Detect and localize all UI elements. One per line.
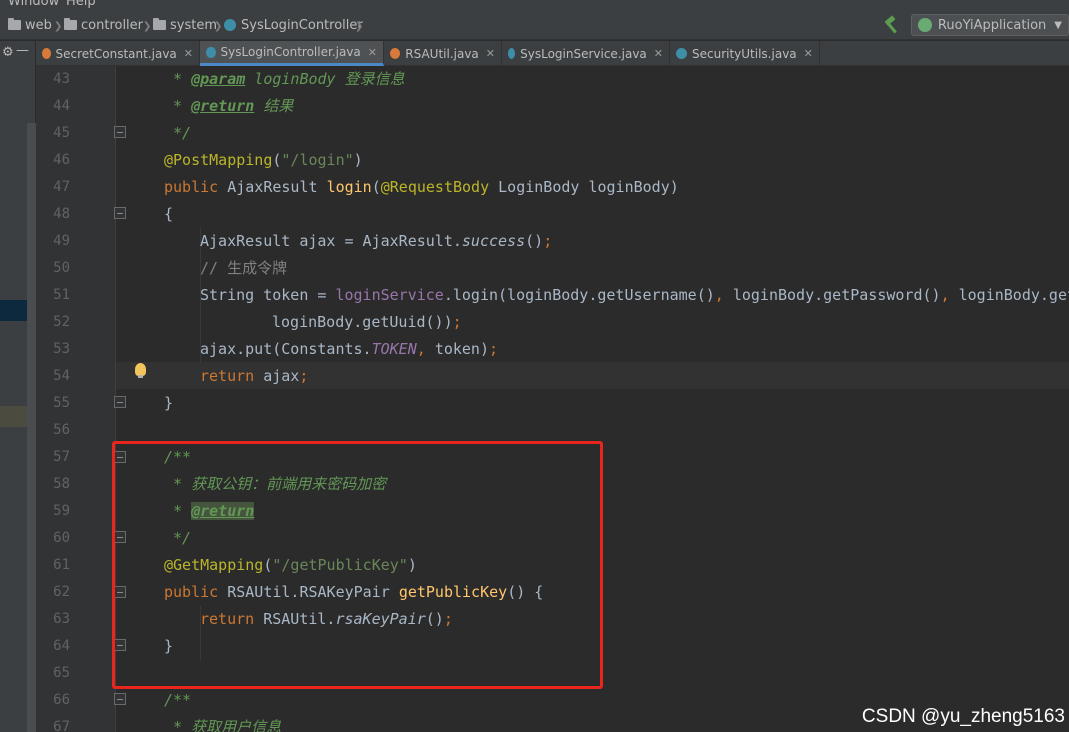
code-line-44: * @return 结果 [164, 97, 294, 115]
code-line-55: } [164, 394, 174, 412]
java-class-icon [390, 48, 401, 59]
breadcrumb-separator: ❯ [214, 21, 223, 32]
folder-icon [8, 18, 21, 30]
java-class-icon [42, 48, 51, 59]
class-icon [224, 19, 236, 31]
code-line-45: */ [164, 124, 192, 142]
code-line-43: * @param loginBody 登录信息 [164, 70, 405, 88]
run-toolbar: RuoYiApplication ▼ [883, 14, 1069, 36]
close-icon[interactable]: ✕ [486, 47, 495, 60]
code-line-54: return ajax; [200, 367, 309, 385]
close-icon[interactable]: ✕ [654, 47, 663, 60]
navigation-bar: web ❯ controller ❯ system ❯ SysLoginCont… [0, 9, 1069, 40]
folder-icon [153, 18, 166, 30]
code-line-53: ajax.put(Constants.TOKEN, token); [200, 340, 499, 358]
code-line-51: String token = loginService.login(loginB… [200, 286, 1069, 304]
close-icon[interactable]: ✕ [184, 47, 193, 60]
menu-window[interactable]: Window [8, 0, 59, 9]
breadcrumb-web[interactable]: web [8, 17, 52, 33]
breadcrumb-separator: ❯ [355, 21, 364, 32]
project-panel-edge: ⚙ — [0, 41, 36, 732]
code-line-48: { [164, 205, 174, 223]
code-line-46: @PostMapping("/login") [164, 151, 363, 169]
menu-help[interactable]: Help [66, 0, 96, 9]
annotation-highlight-box [112, 441, 603, 689]
close-icon[interactable]: ✕ [804, 47, 813, 60]
tab-secret-constant[interactable]: SecretConstant.java ✕ [36, 41, 200, 66]
line-number: 56 [53, 422, 70, 438]
breadcrumb-separator: ❯ [54, 21, 63, 32]
breadcrumb-separator: ❯ [143, 21, 152, 32]
java-class-icon [206, 46, 216, 58]
code-line-47: public AjaxResult login(@RequestBody Log… [164, 178, 679, 196]
collapse-panel-icon[interactable]: — [16, 43, 29, 58]
close-icon[interactable]: ✕ [368, 46, 377, 59]
folder-icon [64, 18, 77, 30]
tab-sys-login-controller[interactable]: SysLoginController.java ✕ [200, 41, 384, 66]
project-tree-scrollbar[interactable] [27, 123, 36, 732]
editor-tab-bar: SecretConstant.java ✕ SysLoginController… [36, 41, 1069, 66]
spring-boot-icon [917, 18, 932, 32]
java-class-icon [676, 48, 687, 59]
tab-sys-login-service[interactable]: SysLoginService.java ✕ [502, 41, 670, 66]
line-number: 65 [53, 665, 70, 681]
settings-gear-icon[interactable]: ⚙ [2, 45, 14, 60]
watermark: CSDN @yu_zheng5163 [861, 706, 1065, 727]
code-line-52: loginBody.getUuid()); [272, 313, 462, 331]
code-line-50: // 生成令牌 [200, 259, 288, 277]
build-hammer-icon[interactable] [883, 16, 901, 34]
tab-rsa-util[interactable]: RSAUtil.java ✕ [384, 41, 502, 66]
run-configuration-selector[interactable]: RuoYiApplication ▼ [910, 14, 1069, 36]
menu-bar: Window Help [0, 0, 1069, 9]
chevron-down-icon: ▼ [1054, 19, 1062, 31]
code-line-49: AjaxResult ajax = AjaxResult.success(); [200, 232, 553, 250]
breadcrumb-sysloginController[interactable]: SysLoginController [224, 17, 363, 33]
java-class-icon [508, 48, 516, 59]
breadcrumb-system[interactable]: system [153, 17, 217, 33]
breadcrumb-controller[interactable]: controller [64, 17, 143, 33]
tab-security-utils[interactable]: SecurityUtils.java ✕ [670, 41, 820, 66]
